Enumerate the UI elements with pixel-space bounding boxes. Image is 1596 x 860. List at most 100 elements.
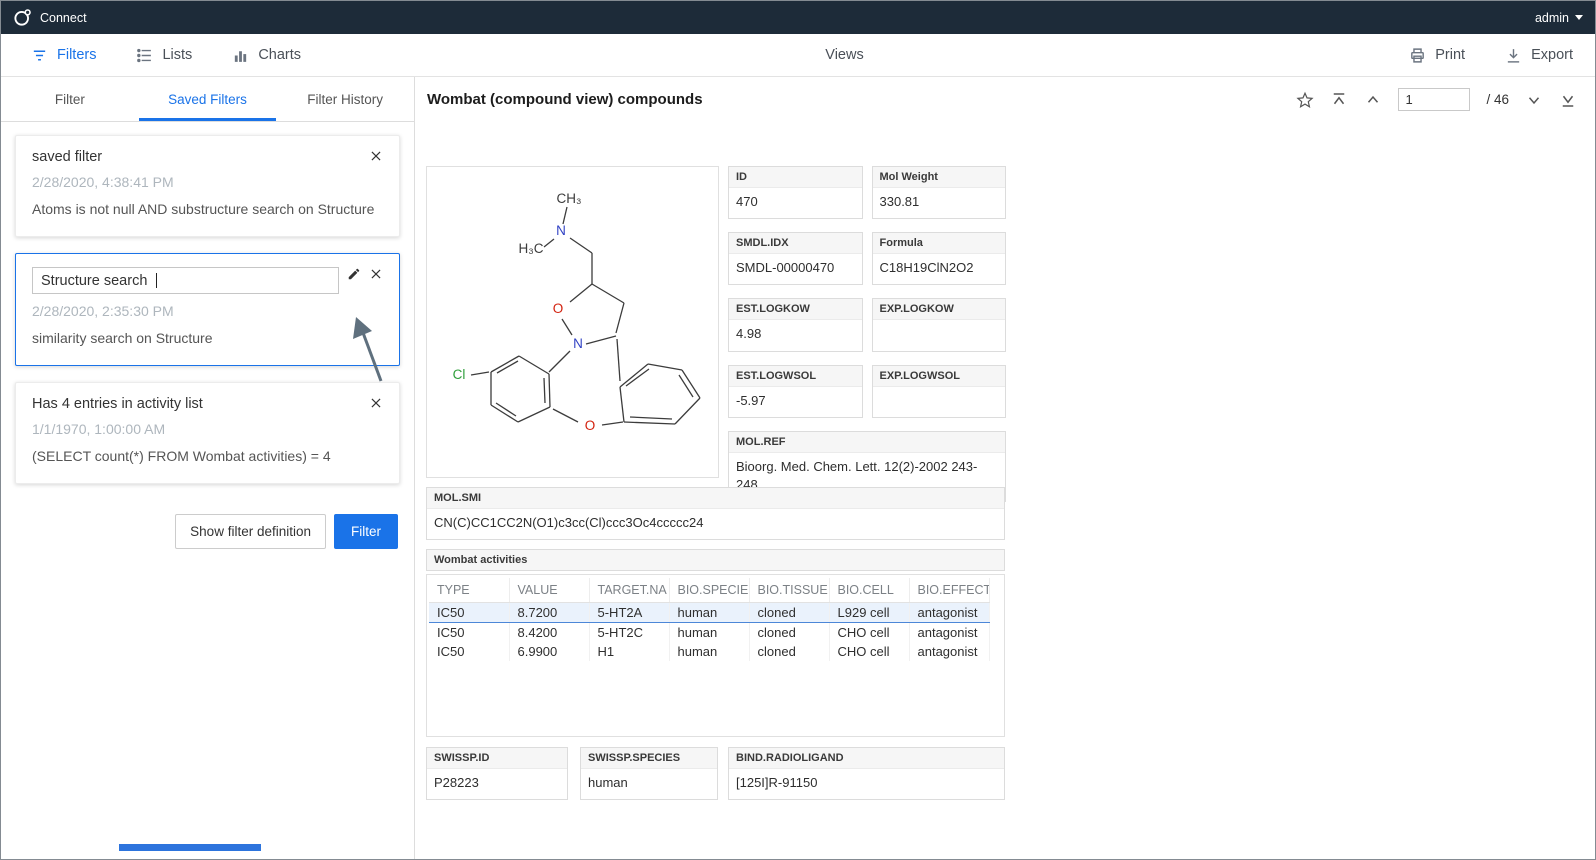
activities-table-panel: TYPE VALUE TARGET.NA BIO.SPECIE BIO.TISS… bbox=[426, 574, 1005, 737]
close-icon bbox=[369, 149, 383, 163]
field-label: EST.LOGKOW bbox=[729, 299, 862, 320]
filter-button[interactable]: Filter bbox=[334, 514, 398, 549]
cell: human bbox=[669, 603, 749, 623]
previous-record-icon[interactable] bbox=[1364, 91, 1382, 109]
field-exp-logwsol: EXP.LOGWSOL bbox=[872, 365, 1007, 418]
field-value[interactable]: 4.98 bbox=[729, 320, 862, 350]
column-header[interactable]: TYPE bbox=[429, 578, 509, 603]
tab-filter-history[interactable]: Filter History bbox=[276, 77, 414, 121]
saved-filter-description: (SELECT count(*) FROM Wombat activities)… bbox=[32, 446, 383, 467]
saved-filter-timestamp: 2/28/2020, 2:35:30 PM bbox=[32, 303, 383, 319]
field-value[interactable] bbox=[873, 320, 1006, 347]
tab-saved-filters[interactable]: Saved Filters bbox=[139, 77, 277, 121]
atom-label: H₃C bbox=[519, 241, 544, 256]
menu-lists[interactable]: Lists bbox=[136, 47, 192, 64]
filters-sidebar: Filter Saved Filters Filter History save… bbox=[1, 77, 415, 859]
cell: human bbox=[669, 642, 749, 661]
cell: CHO cell bbox=[829, 642, 909, 661]
field-value[interactable]: human bbox=[581, 769, 717, 799]
cell: 8.7200 bbox=[509, 603, 589, 623]
menu-export-label: Export bbox=[1531, 47, 1573, 63]
field-value[interactable]: 330.81 bbox=[873, 188, 1006, 218]
saved-filters-list: saved filter 2/28/2020, 4:38:41 PM Atoms… bbox=[1, 122, 414, 500]
menu-print[interactable]: Print bbox=[1409, 47, 1465, 64]
menu-views-label: Views bbox=[825, 47, 863, 63]
field-swissp-id: SWISSP.ID P28223 bbox=[426, 747, 568, 800]
first-record-icon[interactable] bbox=[1330, 91, 1348, 109]
remove-filter-button[interactable] bbox=[369, 149, 383, 163]
menubar-right-group: Print Export bbox=[1409, 47, 1573, 64]
atom-label: N bbox=[573, 336, 583, 351]
cell: IC50 bbox=[429, 623, 509, 643]
table-row[interactable]: IC50 6.9900 H1 human cloned CHO cell ant… bbox=[429, 642, 989, 661]
column-header[interactable]: VALUE bbox=[509, 578, 589, 603]
column-header[interactable]: BIO.SPECIE bbox=[669, 578, 749, 603]
tab-filter[interactable]: Filter bbox=[1, 77, 139, 121]
field-value[interactable]: -5.97 bbox=[729, 387, 862, 417]
field-mol-weight: Mol Weight 330.81 bbox=[872, 166, 1007, 219]
column-header[interactable]: TARGET.NA bbox=[589, 578, 669, 603]
atom-label: O bbox=[585, 418, 596, 433]
field-id: ID 470 bbox=[728, 166, 863, 219]
column-header[interactable]: BIO.CELL bbox=[829, 578, 909, 603]
menu-filters-label: Filters bbox=[57, 47, 96, 63]
app-window: Connect admin Filters Lists Charts Views bbox=[0, 0, 1596, 860]
menu-filters[interactable]: Filters bbox=[31, 47, 96, 64]
menu-charts[interactable]: Charts bbox=[232, 47, 301, 64]
field-exp-logkow: EXP.LOGKOW bbox=[872, 298, 1007, 351]
saved-filter-card[interactable]: saved filter 2/28/2020, 4:38:41 PM Atoms… bbox=[15, 135, 400, 237]
remove-filter-button[interactable] bbox=[369, 396, 383, 410]
molecule-structure-panel[interactable]: CH₃ N H₃C O N Cl O bbox=[426, 166, 719, 478]
field-value[interactable]: SMDL-00000470 bbox=[729, 254, 862, 284]
current-record-input[interactable] bbox=[1398, 88, 1470, 111]
compound-view-header: Wombat (compound view) compounds / 46 bbox=[415, 77, 1595, 122]
field-label: ID bbox=[729, 167, 862, 188]
menu-views[interactable]: Views bbox=[816, 47, 863, 63]
last-record-icon[interactable] bbox=[1559, 91, 1577, 109]
field-value[interactable]: [125I]R-91150 bbox=[729, 769, 1004, 799]
field-value[interactable]: P28223 bbox=[427, 769, 567, 799]
cell: cloned bbox=[749, 642, 829, 661]
atom-label: O bbox=[553, 301, 564, 316]
table-row[interactable]: IC50 8.7200 5-HT2A human cloned L929 cel… bbox=[429, 603, 989, 623]
filter-name-input[interactable] bbox=[32, 267, 339, 294]
cell: H1 bbox=[589, 642, 669, 661]
close-icon bbox=[369, 396, 383, 410]
column-header[interactable]: BIO.EFFECT bbox=[909, 578, 989, 603]
user-menu[interactable]: admin bbox=[1535, 11, 1583, 25]
cell: antagonist bbox=[909, 623, 989, 643]
cell: cloned bbox=[749, 603, 829, 623]
field-label: SWISSP.SPECIES bbox=[581, 748, 717, 769]
record-count: / 46 bbox=[1486, 92, 1509, 107]
field-value[interactable] bbox=[873, 387, 1006, 414]
property-fields: ID 470 Mol Weight 330.81 SMDL.IDX SMDL-0… bbox=[728, 166, 1006, 502]
field-est-logwsol: EST.LOGWSOL -5.97 bbox=[728, 365, 863, 418]
field-value[interactable]: C18H19ClN2O2 bbox=[873, 254, 1006, 284]
saved-filter-title: Has 4 entries in activity list bbox=[32, 396, 361, 412]
app-logo-icon[interactable] bbox=[13, 8, 32, 27]
list-icon bbox=[136, 47, 153, 64]
topbar: Connect admin bbox=[1, 1, 1595, 34]
remove-filter-button[interactable] bbox=[369, 267, 383, 281]
column-header[interactable]: BIO.TISSUE bbox=[749, 578, 829, 603]
activities-table: TYPE VALUE TARGET.NA BIO.SPECIE BIO.TISS… bbox=[429, 578, 990, 661]
activities-section-label: Wombat activities bbox=[426, 549, 1005, 571]
next-record-icon[interactable] bbox=[1525, 91, 1543, 109]
field-smdl-idx: SMDL.IDX SMDL-00000470 bbox=[728, 232, 863, 285]
text-cursor bbox=[156, 273, 157, 288]
field-value[interactable]: CN(C)CC1CC2N(O1)c3cc(Cl)ccc3Oc4ccccc24 bbox=[427, 509, 1004, 539]
star-icon[interactable] bbox=[1296, 91, 1314, 109]
cell: IC50 bbox=[429, 603, 509, 623]
saved-filter-card[interactable]: Has 4 entries in activity list 1/1/1970,… bbox=[15, 382, 400, 484]
cell: cloned bbox=[749, 623, 829, 643]
edit-filter-name-button[interactable] bbox=[347, 267, 361, 281]
saved-filter-timestamp: 1/1/1970, 1:00:00 AM bbox=[32, 421, 383, 437]
sidebar-actions: Show filter definition Filter bbox=[1, 500, 414, 563]
show-filter-definition-button[interactable]: Show filter definition bbox=[175, 514, 326, 549]
saved-filter-card-selected[interactable]: 2/28/2020, 2:35:30 PM similarity search … bbox=[15, 253, 400, 366]
field-value[interactable]: 470 bbox=[729, 188, 862, 218]
table-row[interactable]: IC50 8.4200 5-HT2C human cloned CHO cell… bbox=[429, 623, 989, 643]
field-label: BIND.RADIOLIGAND bbox=[729, 748, 1004, 769]
menu-export[interactable]: Export bbox=[1505, 47, 1573, 64]
horizontal-scrollbar-thumb[interactable] bbox=[119, 844, 261, 851]
